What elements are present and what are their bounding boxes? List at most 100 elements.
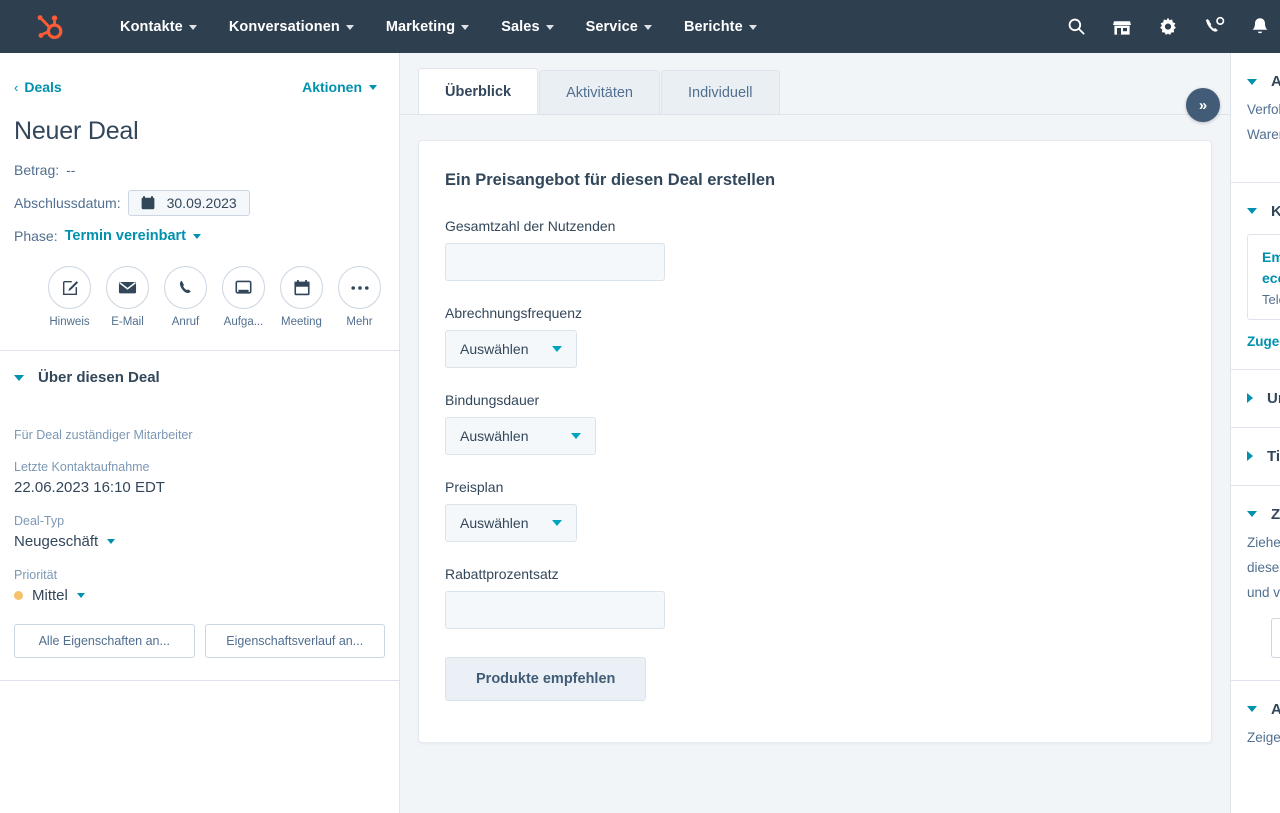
nav-item-kontakte[interactable]: Kontakte [104, 19, 213, 35]
chevron-down-icon [188, 25, 197, 30]
kontakte-section-header[interactable]: Kon [1231, 183, 1280, 220]
search-icon[interactable] [1064, 15, 1088, 39]
select-value: Auswählen [460, 341, 529, 357]
artikel-section-header[interactable]: Art [1231, 53, 1280, 90]
chevron-down-icon [345, 25, 354, 30]
deal-amount-label: Betrag: [14, 162, 60, 178]
priority-value-row[interactable]: Mittel [0, 587, 399, 604]
field-rabattprozentsatz: Rabattprozentsatz [445, 566, 1185, 629]
close-date-picker[interactable]: 30.09.2023 [127, 190, 250, 216]
quick-action-aufgabe[interactable]: Aufga... [218, 266, 269, 328]
select-value: Auswählen [460, 428, 529, 444]
quote-form-card: Ein Preisangebot für diesen Deal erstell… [418, 140, 1212, 743]
breadcrumb-label: Deals [24, 79, 62, 95]
quick-action-label: Hinweis [49, 316, 90, 328]
deal-stage-row: Phase: Termin vereinbart [0, 216, 399, 244]
about-deal-section-header[interactable]: Über diesen Deal [0, 351, 399, 386]
show-property-history-button[interactable]: Eigenschaftsverlauf an... [204, 624, 385, 658]
chevron-down-icon [545, 25, 554, 30]
field-label: Rabattprozentsatz [445, 566, 559, 582]
notifications-bell-icon[interactable] [1248, 15, 1272, 39]
quick-action-mehr[interactable]: Mehr [334, 266, 385, 328]
divider [0, 680, 399, 681]
phone-icon [164, 266, 207, 309]
field-bindungsdauer: Bindungsdauer Auswählen [445, 392, 1185, 455]
property-buttons-row: Alle Eigenschaften an... Eigenschaftsver… [0, 604, 399, 658]
contact-name-link[interactable]: Emili [1262, 247, 1280, 268]
chevron-down-icon [76, 593, 85, 598]
stage-value-dropdown[interactable]: Termin vereinbart [65, 228, 186, 244]
quick-action-hinweis[interactable]: Hinweis [44, 266, 95, 328]
commitment-term-select[interactable]: Auswählen [445, 417, 596, 455]
hubspot-logo[interactable] [22, 0, 74, 53]
nav-item-service[interactable]: Service [570, 19, 668, 35]
section-title: Unt [1267, 389, 1280, 407]
quick-action-label: Aufga... [223, 316, 264, 328]
tab-aktivitaeten[interactable]: Aktivitäten [539, 70, 660, 114]
nav-label: Marketing [385, 18, 456, 35]
quick-action-label: Mehr [346, 316, 373, 328]
chevron-down-icon [1247, 511, 1257, 518]
field-label: Gesamtzahl der Nutzenden [445, 218, 616, 234]
section-title: Zah [1271, 505, 1280, 523]
assign-contact-link[interactable]: Zugeor [1231, 320, 1280, 349]
section-title: Kon [1271, 203, 1280, 220]
nav-label: Berichte [683, 18, 743, 35]
last-contact-value: 22.06.2023 16:10 EDT [14, 479, 165, 496]
nav-item-marketing[interactable]: Marketing [370, 19, 485, 35]
zahlungen-dropzone[interactable] [1271, 617, 1280, 658]
phone-call-icon[interactable] [1202, 15, 1226, 39]
quick-action-meeting[interactable]: Meeting [276, 266, 327, 328]
chevron-down-icon [461, 25, 470, 30]
anhaenge-section-header[interactable]: Anh [1231, 681, 1280, 718]
tickets-section-header[interactable]: Tic [1231, 428, 1280, 465]
deal-type-value: Neugeschäft [14, 533, 99, 550]
actions-dropdown-button[interactable]: Aktionen [302, 79, 377, 95]
deal-owner-label: Für Deal zuständiger Mitarbeiter [14, 428, 193, 442]
field-abrechnungsfrequenz: Abrechnungsfrequenz Auswählen [445, 305, 1185, 368]
tab-individuell[interactable]: Individuell [661, 70, 780, 114]
nav-item-berichte[interactable]: Berichte [668, 19, 773, 35]
select-value: Auswählen [460, 515, 529, 531]
section-title: Anh [1271, 701, 1280, 718]
chevron-down-icon [643, 25, 652, 30]
deal-title: Neuer Deal [14, 117, 139, 145]
close-date-value: 30.09.2023 [166, 195, 237, 211]
nav-item-konversationen[interactable]: Konversationen [213, 19, 370, 35]
recommend-products-button[interactable]: Produkte empfehlen [445, 657, 647, 701]
zahlungen-line-2: diesem [1247, 559, 1280, 575]
contact-email-link[interactable]: ecco [1262, 268, 1280, 289]
expand-sidebar-button[interactable]: » [1186, 88, 1220, 122]
quick-action-email[interactable]: E-Mail [102, 266, 153, 328]
nav-label: Sales [501, 18, 540, 35]
contact-phone-label: Telefo [1262, 291, 1280, 307]
total-users-input[interactable] [445, 243, 665, 281]
nav-label: Kontakte [120, 18, 183, 35]
discount-percentage-input[interactable] [445, 591, 665, 629]
priority-status-dot [14, 591, 23, 600]
billing-frequency-select[interactable]: Auswählen [445, 330, 577, 368]
field-preisplan: Preisplan Auswählen [445, 479, 1185, 542]
breadcrumb-back-deals[interactable]: ‹ Deals [14, 79, 62, 95]
zahlungen-section-header[interactable]: Zah [1231, 486, 1280, 523]
quick-action-anruf[interactable]: Anruf [160, 266, 211, 328]
chevron-right-icon [1247, 393, 1253, 404]
deal-main-content: Überblick Aktivitäten Individuell Ein Pr… [400, 53, 1230, 813]
hubspot-sprocket-icon [37, 14, 63, 39]
chevron-down-icon [1247, 78, 1257, 85]
chevron-down-icon [748, 25, 757, 30]
unternehmen-section-header[interactable]: Unt [1231, 370, 1280, 407]
settings-gear-icon[interactable] [1156, 15, 1180, 39]
marketplace-icon[interactable] [1110, 15, 1134, 39]
chevron-down-icon [193, 233, 202, 239]
about-deal-title: Über diesen Deal [38, 369, 160, 386]
tab-uberblick[interactable]: Überblick [418, 68, 539, 114]
deal-type-value-row[interactable]: Neugeschäft [0, 533, 399, 550]
priority-label: Priorität [14, 568, 58, 582]
chevron-down-icon [107, 539, 116, 544]
pricing-plan-select[interactable]: Auswählen [445, 504, 577, 542]
nav-label: Service [585, 18, 638, 35]
chevron-right-icon [1247, 451, 1253, 462]
nav-item-sales[interactable]: Sales [485, 19, 569, 35]
show-all-properties-button[interactable]: Alle Eigenschaften an... [14, 624, 195, 658]
